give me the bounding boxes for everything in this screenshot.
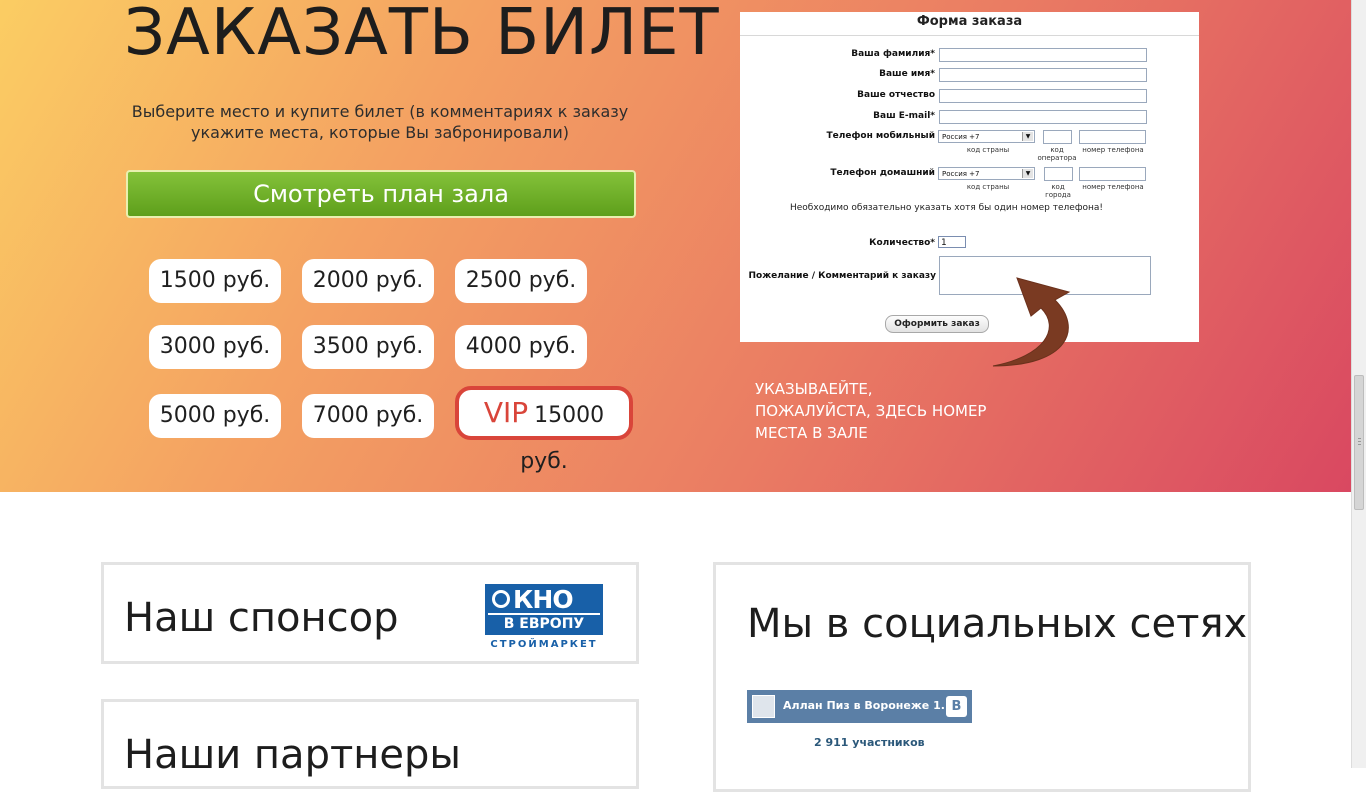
order-form-title: Форма заказа	[916, 14, 1023, 29]
hint-line: МЕСТА В ЗАЛЕ	[755, 424, 868, 442]
home-city-code-input[interactable]	[1044, 167, 1073, 181]
curved-arrow-icon	[992, 277, 1071, 367]
grip-line	[1358, 444, 1361, 445]
quantity-input[interactable]: 1	[938, 236, 966, 248]
grip-line	[1358, 438, 1361, 439]
operator-code-caption: код оператора	[1037, 146, 1077, 162]
vk-icon: B	[946, 696, 967, 717]
submit-order-button[interactable]: Оформить заказ	[885, 315, 989, 333]
price-3000-button[interactable]: 3000 руб.	[149, 325, 281, 369]
sponsor-box: Наш спонсор КНО В ЕВРОПУ СТРОЙМАРКЕТ	[101, 562, 639, 664]
vip-label: VIP	[483, 396, 529, 429]
partners-box: Наши партнеры	[101, 699, 639, 789]
price-vip-button[interactable]: VIP 15000 руб.	[455, 386, 633, 474]
page-title: ЗАКАЗАТЬ БИЛЕТ	[124, 0, 720, 70]
patronymic-input[interactable]	[939, 89, 1147, 103]
mobile-phone-label: Телефон мобильный	[826, 131, 935, 141]
page-scrollbar[interactable]	[1351, 0, 1366, 768]
vip-price: 15000 руб.	[520, 403, 605, 474]
comment-label: Пожелание / Комментарий к заказу	[748, 271, 937, 281]
order-form: Форма заказа Ваша фамилия* Ваше имя* Ваш…	[740, 12, 1199, 342]
mobile-operator-input[interactable]	[1043, 130, 1072, 144]
home-phone-label: Телефон домашний	[830, 168, 935, 178]
sponsor-logo-text: КНО	[513, 585, 574, 614]
avatar	[752, 695, 775, 718]
mobile-country-select[interactable]: Россия +7 ▼	[938, 130, 1035, 143]
sponsor-logo-text: В ЕВРОПУ	[488, 613, 600, 634]
quantity-label: Количество*	[869, 238, 935, 248]
surname-input[interactable]	[939, 48, 1147, 62]
mobile-number-input[interactable]	[1079, 130, 1146, 144]
price-7000-button[interactable]: 7000 руб.	[302, 394, 434, 438]
globe-icon	[492, 590, 510, 608]
country-code-caption: код страны	[966, 146, 1010, 154]
vk-group-name: Аллан Пиз в Воронеже 1...	[783, 699, 954, 712]
price-4000-button[interactable]: 4000 руб.	[455, 325, 587, 369]
price-3500-button[interactable]: 3500 руб.	[302, 325, 434, 369]
patronymic-label: Ваше отчество	[857, 90, 935, 100]
email-input[interactable]	[939, 110, 1147, 124]
city-code-caption: код города	[1045, 183, 1071, 199]
grip-line	[1358, 441, 1361, 442]
seat-number-hint: УКАЗЫВАЕЙТЕ, ПОЖАЛУЙСТА, ЗДЕСЬ НОМЕР МЕС…	[755, 378, 986, 444]
price-5000-button[interactable]: 5000 руб.	[149, 394, 281, 438]
chevron-down-icon: ▼	[1022, 169, 1033, 178]
email-label: Ваш E-mail*	[873, 111, 935, 121]
home-country-value: Россия +7	[942, 170, 980, 178]
scrollbar-thumb[interactable]	[1354, 375, 1364, 510]
social-heading: Мы в социальных сетях	[747, 601, 1248, 647]
surname-label: Ваша фамилия*	[851, 49, 935, 59]
sponsor-logo-top: КНО В ЕВРОПУ	[485, 584, 603, 635]
hint-line: ПОЖАЛУЙСТА, ЗДЕСЬ НОМЕР	[755, 402, 987, 420]
mobile-country-value: Россия +7	[942, 133, 980, 141]
view-hall-plan-button[interactable]: Смотреть план зала	[126, 170, 636, 218]
home-number-input[interactable]	[1079, 167, 1146, 181]
hero-section: ЗАКАЗАТЬ БИЛЕТ Выберите место и купите б…	[0, 0, 1351, 492]
home-country-select[interactable]: Россия +7 ▼	[938, 167, 1035, 180]
vk-group-widget[interactable]: Аллан Пиз в Воронеже 1... B	[747, 690, 972, 723]
divider	[740, 35, 1199, 36]
vk-member-count: 2 911 участников	[814, 736, 925, 749]
price-2500-button[interactable]: 2500 руб.	[455, 259, 587, 303]
sponsor-logo-subtitle: СТРОЙМАРКЕТ	[490, 639, 598, 650]
phone-number-caption: номер телефона	[1082, 183, 1144, 191]
country-code-caption: код страны	[966, 183, 1010, 191]
partners-heading: Наши партнеры	[124, 732, 461, 778]
price-2000-button[interactable]: 2000 руб.	[302, 259, 434, 303]
sponsor-heading: Наш спонсор	[124, 595, 399, 641]
social-box: Мы в социальных сетях Аллан Пиз в Вороне…	[713, 562, 1251, 792]
name-input[interactable]	[939, 68, 1147, 82]
hint-line: УКАЗЫВАЕЙТЕ,	[755, 380, 873, 398]
hero-subtitle: Выберите место и купите билет (в коммент…	[131, 102, 629, 142]
chevron-down-icon: ▼	[1022, 132, 1033, 141]
sponsor-logo[interactable]: КНО В ЕВРОПУ СТРОЙМАРКЕТ	[485, 584, 603, 650]
phone-number-caption: номер телефона	[1082, 146, 1144, 154]
price-1500-button[interactable]: 1500 руб.	[149, 259, 281, 303]
phone-required-note: Необходимо обязательно указать хотя бы о…	[790, 203, 1104, 213]
name-label: Ваше имя*	[879, 69, 935, 79]
